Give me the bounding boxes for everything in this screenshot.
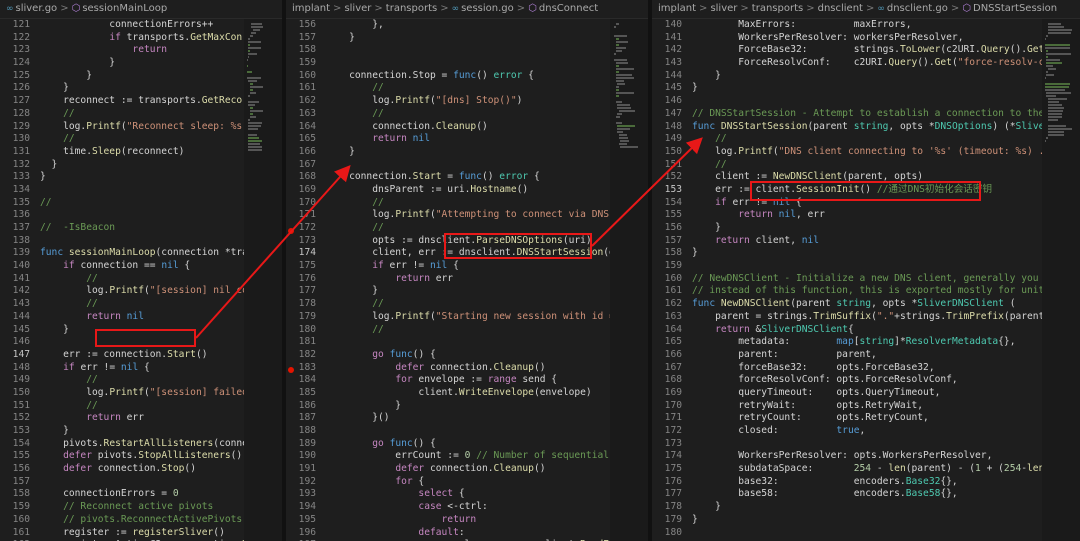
- annotation-arrows: [195, 137, 703, 339]
- arrow-to-dnsstartsession: [591, 137, 703, 247]
- arrow-to-dnsconnect-start: [195, 165, 351, 339]
